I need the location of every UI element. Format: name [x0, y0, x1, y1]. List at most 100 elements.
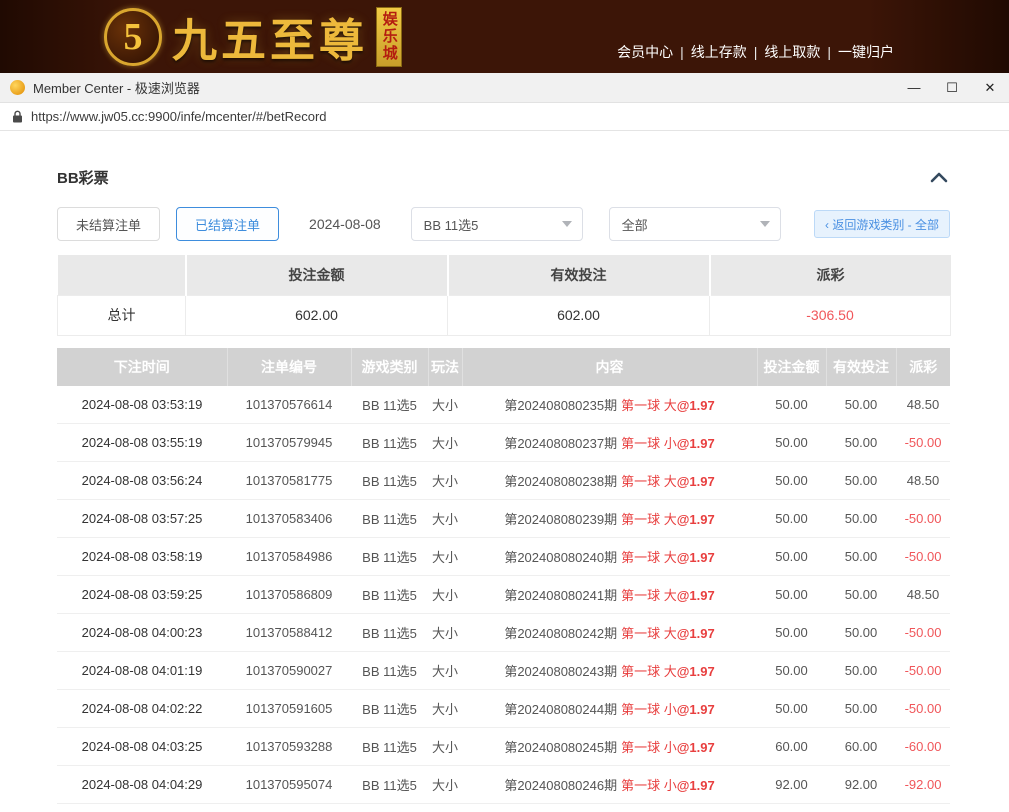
unsettled-bets-button[interactable]: 未结算注单: [57, 207, 160, 241]
valid-bet-cell: 60.00: [826, 728, 896, 766]
valid-bet-cell: 92.00: [826, 766, 896, 804]
period-text: 第202408080242期: [504, 626, 617, 641]
bet-time-cell: 2024-08-08 03:57:25: [57, 500, 227, 538]
bet-amount-cell: 50.00: [757, 386, 826, 424]
page-content: BB彩票 未结算注单 已结算注单 2024-08-08 BB 11选5 全部 ‹…: [0, 131, 1009, 804]
odds-text: @1.97: [677, 588, 715, 603]
settled-bets-button[interactable]: 已结算注单: [176, 207, 279, 241]
table-row: 2024-08-08 04:02:22 101370591605 BB 11选5…: [57, 690, 950, 728]
play-type-cell: 大小: [428, 576, 462, 614]
payout-cell: 48.50: [896, 386, 950, 424]
play-type-cell: 大小: [428, 424, 462, 462]
summary-header-valid: 有效投注: [448, 255, 710, 295]
game-select-value: BB 11选5: [424, 215, 479, 234]
period-text: 第202408080246期: [504, 778, 617, 793]
summary-total-row: 总计 602.00 602.00 -306.50: [58, 295, 951, 335]
collapse-chevron-up-icon[interactable]: [928, 170, 950, 185]
payout-cell: 48.50: [896, 462, 950, 500]
pick-text: 第一球 小: [621, 740, 677, 755]
table-row: 2024-08-08 03:53:19 101370576614 BB 11选5…: [57, 386, 950, 424]
scope-select[interactable]: 全部: [609, 207, 781, 241]
header-play-type: 玩法: [428, 348, 462, 386]
header-payout: 派彩: [896, 348, 950, 386]
game-category-cell: BB 11选5: [351, 576, 428, 614]
nav-one-key-transfer[interactable]: 一键归户: [838, 44, 894, 60]
order-id-cell: 101370590027: [227, 652, 351, 690]
odds-text: @1.97: [677, 436, 715, 451]
odds-text: @1.97: [677, 740, 715, 755]
nav-separator: |: [827, 44, 831, 60]
odds-text: @1.97: [677, 626, 715, 641]
payout-cell: -50.00: [896, 424, 950, 462]
order-id-cell: 101370576614: [227, 386, 351, 424]
order-id-cell: 101370584986: [227, 538, 351, 576]
site-logo[interactable]: 5 九五至尊 娱乐城: [104, 4, 402, 69]
bet-time-cell: 2024-08-08 04:00:23: [57, 614, 227, 652]
order-id-cell: 101370586809: [227, 576, 351, 614]
payout-cell: -50.00: [896, 652, 950, 690]
date-picker[interactable]: 2024-08-08: [305, 210, 385, 238]
table-row: 2024-08-08 04:04:29 101370595074 BB 11选5…: [57, 766, 950, 804]
pick-text: 第一球 大: [621, 626, 677, 641]
pick-text: 第一球 小: [621, 778, 677, 793]
header-order-id: 注单编号: [227, 348, 351, 386]
minimize-button[interactable]: —: [895, 73, 933, 102]
back-to-game-category-button[interactable]: ‹ 返回游戏类别 - 全部: [814, 210, 950, 238]
nav-member-center[interactable]: 会员中心: [617, 44, 673, 60]
summary-total-bet: 602.00: [186, 295, 448, 335]
payout-cell: -50.00: [896, 614, 950, 652]
game-select[interactable]: BB 11选5: [411, 207, 583, 241]
nav-deposit[interactable]: 线上存款: [691, 44, 747, 60]
valid-bet-cell: 50.00: [826, 424, 896, 462]
game-category-cell: BB 11选5: [351, 462, 428, 500]
pick-text: 第一球 小: [621, 436, 677, 451]
summary-total-valid: 602.00: [448, 295, 710, 335]
valid-bet-cell: 50.00: [826, 652, 896, 690]
bet-table-header-row: 下注时间 注单编号 游戏类别 玩法 内容 投注金额 有效投注 派彩: [57, 348, 950, 386]
banner-nav: 会员中心|线上存款|线上取款|一键归户: [610, 42, 901, 62]
bet-time-cell: 2024-08-08 03:56:24: [57, 462, 227, 500]
chevron-down-icon: [760, 221, 770, 227]
period-text: 第202408080240期: [504, 550, 617, 565]
content-cell: 第202408080238期第一球 大@1.97: [462, 462, 757, 500]
summary-header-payout: 派彩: [710, 255, 951, 295]
content-cell: 第202408080245期第一球 小@1.97: [462, 728, 757, 766]
order-id-cell: 101370591605: [227, 690, 351, 728]
content-cell: 第202408080239期第一球 大@1.97: [462, 500, 757, 538]
url-text[interactable]: https://www.jw05.cc:9900/infe/mcenter/#/…: [31, 109, 327, 124]
bet-amount-cell: 50.00: [757, 462, 826, 500]
table-row: 2024-08-08 04:01:19 101370590027 BB 11选5…: [57, 652, 950, 690]
browser-titlebar: Member Center - 极速浏览器 — ☐ ✕: [0, 73, 1009, 103]
summary-header-row: 投注金额 有效投注 派彩: [58, 255, 951, 295]
odds-text: @1.97: [677, 550, 715, 565]
valid-bet-cell: 50.00: [826, 500, 896, 538]
page-title: BB彩票: [57, 167, 109, 188]
pick-text: 第一球 小: [621, 702, 677, 717]
summary-header-bet: 投注金额: [186, 255, 448, 295]
logo-badge: 娱乐城: [376, 7, 402, 67]
header-bet-amount: 投注金额: [757, 348, 826, 386]
close-button[interactable]: ✕: [971, 73, 1009, 102]
table-row: 2024-08-08 04:00:23 101370588412 BB 11选5…: [57, 614, 950, 652]
window-title: Member Center - 极速浏览器: [33, 78, 895, 97]
nav-withdraw[interactable]: 线上取款: [764, 44, 820, 60]
payout-cell: -92.00: [896, 766, 950, 804]
bet-time-cell: 2024-08-08 04:02:22: [57, 690, 227, 728]
table-row: 2024-08-08 04:03:25 101370593288 BB 11选5…: [57, 728, 950, 766]
bet-records-table: 下注时间 注单编号 游戏类别 玩法 内容 投注金额 有效投注 派彩 2024-0…: [57, 348, 950, 805]
content-cell: 第202408080244期第一球 小@1.97: [462, 690, 757, 728]
table-row: 2024-08-08 03:56:24 101370581775 BB 11选5…: [57, 462, 950, 500]
maximize-button[interactable]: ☐: [933, 73, 971, 102]
table-row: 2024-08-08 03:58:19 101370584986 BB 11选5…: [57, 538, 950, 576]
order-id-cell: 101370595074: [227, 766, 351, 804]
table-row: 2024-08-08 03:55:19 101370579945 BB 11选5…: [57, 424, 950, 462]
content-cell: 第202408080243期第一球 大@1.97: [462, 652, 757, 690]
valid-bet-cell: 50.00: [826, 576, 896, 614]
play-type-cell: 大小: [428, 652, 462, 690]
summary-header-blank: [58, 255, 186, 295]
logo-number: 5: [124, 15, 143, 59]
order-id-cell: 101370588412: [227, 614, 351, 652]
filter-toolbar: 未结算注单 已结算注单 2024-08-08 BB 11选5 全部 ‹ 返回游戏…: [57, 207, 950, 241]
bet-amount-cell: 50.00: [757, 690, 826, 728]
pick-text: 第一球 大: [621, 512, 677, 527]
